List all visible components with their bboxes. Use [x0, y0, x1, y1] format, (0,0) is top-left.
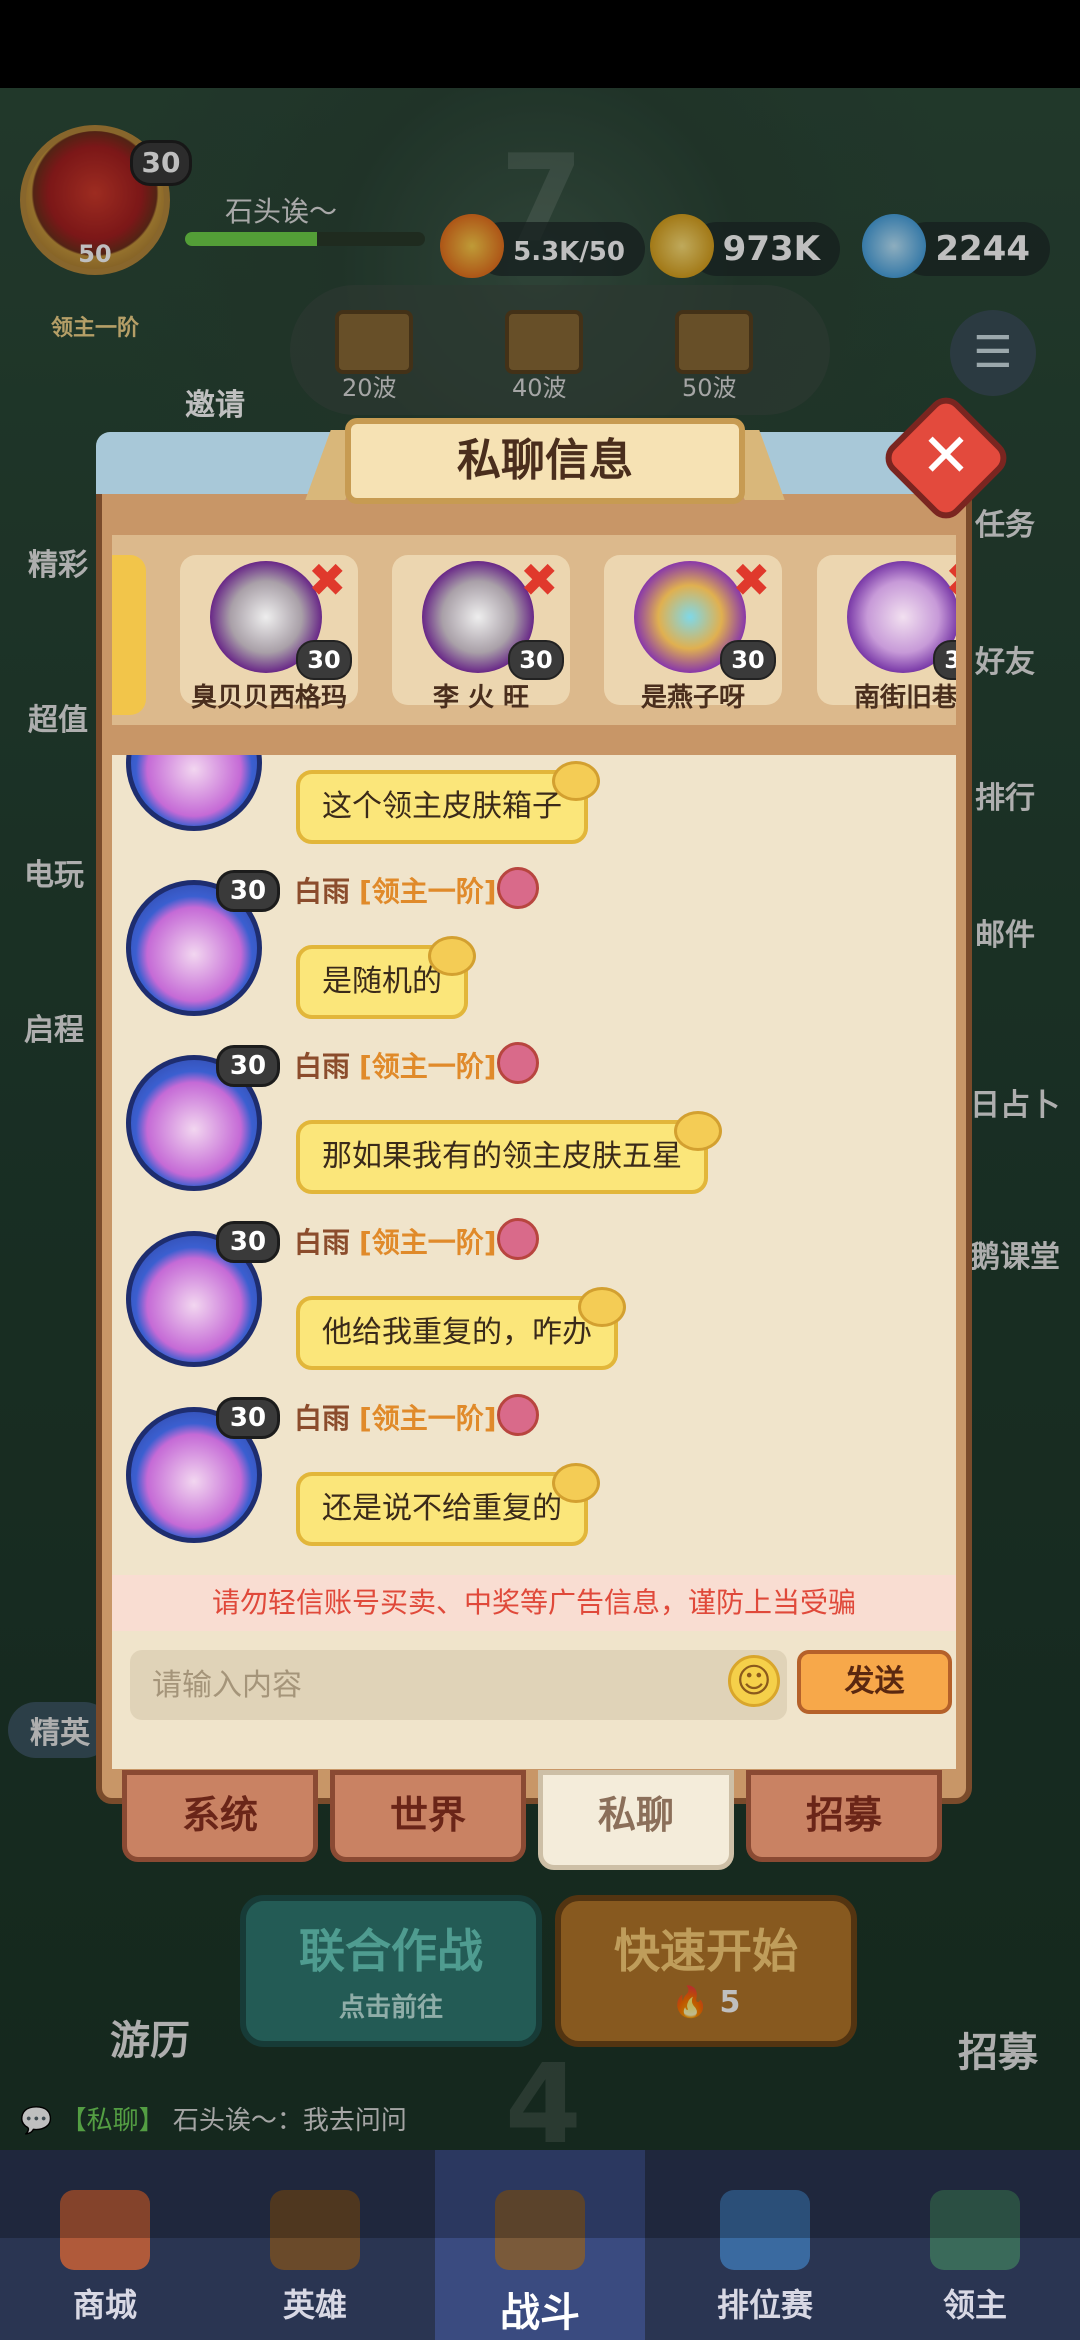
tab-world[interactable]: 世界	[330, 1770, 526, 1862]
message-text: 是随机的	[322, 964, 442, 999]
bubble-decoration-icon	[428, 936, 476, 976]
message-bubble: 那如果我有的领主皮肤五星	[296, 1120, 708, 1194]
emoji-icon[interactable]: ☺	[728, 1655, 780, 1707]
rank-gem-icon	[497, 867, 539, 909]
nav-battle-label: 战斗	[500, 2290, 580, 2336]
nav-shop-label: 商城	[72, 2286, 137, 2324]
rank-gem-icon	[497, 1394, 539, 1436]
sender-name: 白雨	[294, 875, 351, 908]
friend-card-partial[interactable]	[112, 555, 146, 715]
remove-friend-icon[interactable]: ✖	[945, 553, 956, 607]
rank-gem-icon	[497, 1218, 539, 1260]
remove-friend-icon[interactable]: ✖	[520, 553, 559, 607]
tab-recruit[interactable]: 招募	[746, 1770, 942, 1862]
message-text: 还是说不给重复的	[322, 1491, 562, 1526]
sender-name: 白雨	[294, 1226, 351, 1259]
sender-avatar[interactable]	[126, 755, 262, 831]
message-bubble: 还是说不给重复的	[296, 1472, 588, 1546]
message-text: 他给我重复的，咋办	[322, 1315, 592, 1350]
bubble-decoration-icon	[552, 761, 600, 801]
friend-name: 李 火 旺	[432, 683, 530, 713]
dialog-title: 私聊信息	[345, 418, 745, 504]
friend-level: 30	[508, 640, 564, 680]
friend-card[interactable]: ✖ 30 臭贝贝西格玛	[180, 535, 358, 713]
sender-level: 30	[216, 1045, 280, 1087]
bubble-decoration-icon	[674, 1111, 722, 1151]
chat-message-list[interactable]: 这个领主皮肤箱子 30 白雨 [领主一阶] 是随机的 30 白雨 [领主一阶] …	[112, 755, 956, 1575]
bubble-decoration-icon	[552, 1463, 600, 1503]
message-bubble: 这个领主皮肤箱子	[296, 770, 588, 844]
friend-level: 30	[720, 640, 776, 680]
sender-name: 白雨	[294, 1402, 351, 1435]
friend-card[interactable]: ✖ 30 李 火 旺	[392, 535, 570, 713]
send-button[interactable]: 发送	[797, 1650, 952, 1714]
friend-name: 南街旧巷	[853, 683, 956, 713]
friend-card[interactable]: ✖ 30 南街旧巷	[817, 535, 956, 713]
status-bar	[0, 0, 1080, 88]
message-text: 这个领主皮肤箱子	[322, 789, 562, 824]
friend-level: 30	[296, 640, 352, 680]
sender-level: 30	[216, 1397, 280, 1439]
nav-ranked-label: 排位赛	[716, 2286, 813, 2324]
sender-title: [领主一阶]	[359, 1226, 497, 1259]
friend-name: 臭贝贝西格玛	[190, 683, 347, 713]
remove-friend-icon[interactable]: ✖	[732, 553, 771, 607]
sender-title: [领主一阶]	[359, 875, 497, 908]
friend-card[interactable]: ✖ 30 是燕子呀	[604, 535, 782, 713]
rank-gem-icon	[497, 1042, 539, 1084]
chat-input[interactable]	[130, 1650, 787, 1720]
message-bubble: 他给我重复的，咋办	[296, 1296, 618, 1370]
sender-level: 30	[216, 1221, 280, 1263]
nav-lord-label: 领主	[942, 2286, 1007, 2324]
sender-level: 30	[216, 870, 280, 912]
nav-heroes-label: 英雄	[282, 2286, 347, 2324]
tab-system[interactable]: 系统	[122, 1770, 318, 1862]
sender-title: [领主一阶]	[359, 1050, 497, 1083]
sender-title: [领主一阶]	[359, 1402, 497, 1435]
remove-friend-icon[interactable]: ✖	[308, 553, 347, 607]
bubble-decoration-icon	[578, 1287, 626, 1327]
friend-list: ✖ 30 臭贝贝西格玛 ✖ 30 李 火 旺 ✖ 30 是燕子呀 ✖ 30 南街…	[112, 535, 956, 725]
sender-name: 白雨	[294, 1050, 351, 1083]
scam-warning-banner: 请勿轻信账号买卖、中奖等广告信息，谨防上当受骗	[112, 1575, 956, 1631]
tab-private[interactable]: 私聊	[538, 1770, 734, 1870]
friend-name: 是燕子呀	[640, 683, 745, 713]
message-text: 那如果我有的领主皮肤五星	[322, 1139, 682, 1174]
close-icon[interactable]: ✕	[898, 410, 994, 506]
